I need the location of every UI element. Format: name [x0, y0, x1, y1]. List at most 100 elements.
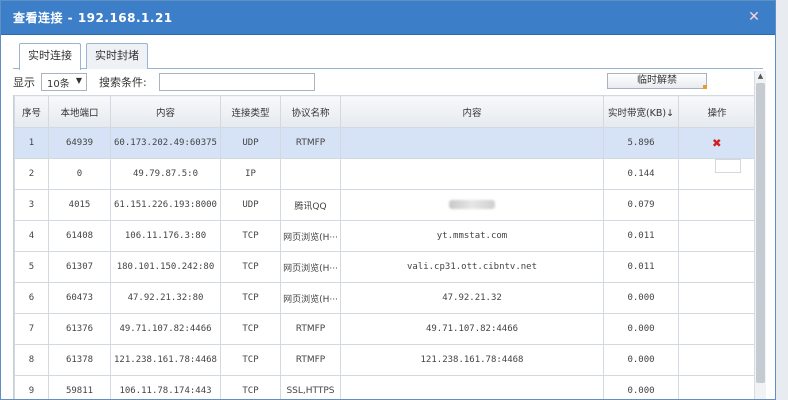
cell-content: 121.238.161.78:4468 [110, 344, 221, 376]
cell-index: 3 [14, 189, 49, 221]
chevron-down-icon: ▼ [75, 76, 82, 85]
vertical-scrollbar[interactable]: ▲ [754, 71, 766, 399]
header-operation: 操作 [678, 95, 754, 128]
cell-connection-type: TCP [220, 313, 281, 345]
cell-local-port: 61378 [48, 344, 111, 376]
cell-index: 5 [14, 251, 49, 283]
cell-content: 61.151.226.193:8000 [110, 189, 221, 221]
cell-index: 7 [14, 313, 49, 345]
cell-operation [678, 282, 754, 314]
temporary-unblock-label: 临时解禁 [637, 75, 677, 86]
page-size-select[interactable]: 10条 ▼ [41, 73, 87, 91]
cell-connection-type: TCP [220, 344, 281, 376]
cell-operation [678, 220, 754, 252]
table-row[interactable]: 4 61408 106.11.176.3:80 TCP 网页浏览(H··· yt.mmst… [14, 220, 754, 252]
table-row[interactable]: 8 61378 121.238.161.78:4468 TCP RTMFP 121.238… [14, 344, 754, 376]
cell-local-port: 59811 [48, 375, 111, 399]
cell-detail: 121.238.161.78:4468 [340, 344, 604, 376]
cell-protocol-name: 网页浏览(H··· [280, 220, 341, 252]
cell-bandwidth: 0.000 [603, 282, 679, 314]
cell-protocol-name: SSL,HTTPS [280, 375, 341, 399]
tab-realtime-blocking[interactable]: 实时封堵 [86, 43, 148, 69]
cell-operation [678, 313, 754, 345]
redacted-content [449, 200, 495, 209]
page-size-value: 10条 [47, 78, 70, 90]
cell-index: 9 [14, 375, 49, 399]
table-row[interactable]: 1 64939 60.173.202.49:60375 UDP RTMFP 5.896 ✖ [14, 127, 754, 159]
cell-protocol-name: RTMFP [280, 313, 341, 345]
cell-local-port: 64939 [48, 127, 111, 159]
cell-index: 8 [14, 344, 49, 376]
cell-bandwidth: 0.144 [603, 158, 679, 190]
cell-connection-type: TCP [220, 251, 281, 283]
cell-detail: 47.92.21.32 [340, 282, 604, 314]
cell-bandwidth: 0.000 [603, 375, 679, 399]
button-corner-marker [703, 85, 707, 89]
cell-content: 106.11.78.174:443 [110, 375, 221, 399]
header-connection-type[interactable]: 连接类型 [220, 95, 281, 128]
table-toolbar: 显示 10条 ▼ 搜索条件: 临时解禁 [13, 71, 763, 93]
table-header-row: 序号 本地端口 内容 连接类型 协议名称 内容 实时带宽(KB)↓ 操作 [14, 95, 754, 128]
cell-index: 1 [14, 127, 49, 159]
table-row[interactable]: 9 59811 106.11.78.174:443 TCP SSL,HTTPS 0.000 [14, 375, 754, 399]
table-row[interactable]: 5 61307 180.101.150.242:80 TCP 网页浏览(H··· vali… [14, 251, 754, 283]
cell-bandwidth: 0.011 [603, 251, 679, 283]
cell-bandwidth: 5.896 [603, 127, 679, 159]
header-index[interactable]: 序号 [14, 95, 49, 128]
cell-local-port: 61376 [48, 313, 111, 345]
header-detail[interactable]: 内容 [340, 95, 604, 128]
cell-content: 180.101.150.242:80 [110, 251, 221, 283]
cell-bandwidth: 0.079 [603, 189, 679, 221]
scrollbar-thumb[interactable] [756, 83, 765, 383]
popup-fragment [715, 159, 741, 173]
cell-protocol-name: 网页浏览(H··· [280, 282, 341, 314]
header-bandwidth[interactable]: 实时带宽(KB)↓ [603, 95, 679, 128]
table-row[interactable]: 2 0 49.79.87.5:0 IP 0.144 [14, 158, 754, 190]
cell-operation [678, 251, 754, 283]
temporary-unblock-button[interactable]: 临时解禁 [607, 73, 707, 89]
search-label: 搜索条件: [99, 76, 147, 89]
tab-bar: 实时连接 实时封堵 [13, 41, 763, 70]
cell-protocol-name [280, 158, 341, 190]
cell-protocol-name: RTMFP [280, 344, 341, 376]
cell-detail [340, 158, 604, 190]
table-row[interactable]: 7 61376 49.71.107.82:4466 TCP RTMFP 49.71.107… [14, 313, 754, 345]
header-content[interactable]: 内容 [110, 95, 221, 128]
cell-index: 2 [14, 158, 49, 190]
view-connections-dialog: 查看连接 - 192.168.1.21 ✕ 实时连接 实时封堵 显示 10条 ▼… [0, 0, 776, 400]
search-input[interactable] [158, 73, 315, 91]
header-protocol-name[interactable]: 协议名称 [280, 95, 341, 128]
cell-content: 106.11.176.3:80 [110, 220, 221, 252]
table-row[interactable]: 6 60473 47.92.21.32:80 TCP 网页浏览(H··· 47.92.21… [14, 282, 754, 314]
cell-index: 4 [14, 220, 49, 252]
cell-protocol-name: RTMFP [280, 127, 341, 159]
background-right-strip [774, 0, 788, 400]
cell-local-port: 4015 [48, 189, 111, 221]
cell-local-port: 60473 [48, 282, 111, 314]
close-icon[interactable]: ✕ [747, 10, 761, 24]
connections-table: 序号 本地端口 内容 连接类型 协议名称 内容 实时带宽(KB)↓ 操作 1 64… [14, 95, 754, 399]
cell-local-port: 61307 [48, 251, 111, 283]
cell-connection-type: UDP [220, 189, 281, 221]
cell-bandwidth: 0.000 [603, 344, 679, 376]
table-row[interactable]: 3 4015 61.151.226.193:8000 UDP 腾讯QQ 0.079 [14, 189, 754, 221]
cell-operation [678, 189, 754, 221]
delete-x-icon[interactable]: ✖ [712, 134, 721, 152]
cell-operation: ✖ [678, 127, 754, 159]
cell-content: 49.79.87.5:0 [110, 158, 221, 190]
cell-operation [678, 344, 754, 376]
header-local-port[interactable]: 本地端口 [48, 95, 111, 128]
cell-operation [678, 375, 754, 399]
cell-connection-type: IP [220, 158, 281, 190]
scroll-up-icon[interactable]: ▲ [755, 71, 766, 81]
dialog-title: 查看连接 - 192.168.1.21 [13, 11, 173, 25]
cell-bandwidth: 0.000 [603, 313, 679, 345]
cell-detail: yt.mmstat.com [340, 220, 604, 252]
cell-detail: 49.71.107.82:4466 [340, 313, 604, 345]
show-label: 显示 [13, 76, 35, 89]
cell-bandwidth: 0.011 [603, 220, 679, 252]
cell-connection-type: UDP [220, 127, 281, 159]
cell-index: 6 [14, 282, 49, 314]
tab-realtime-connections[interactable]: 实时连接 [19, 43, 81, 70]
cell-detail [340, 375, 604, 399]
